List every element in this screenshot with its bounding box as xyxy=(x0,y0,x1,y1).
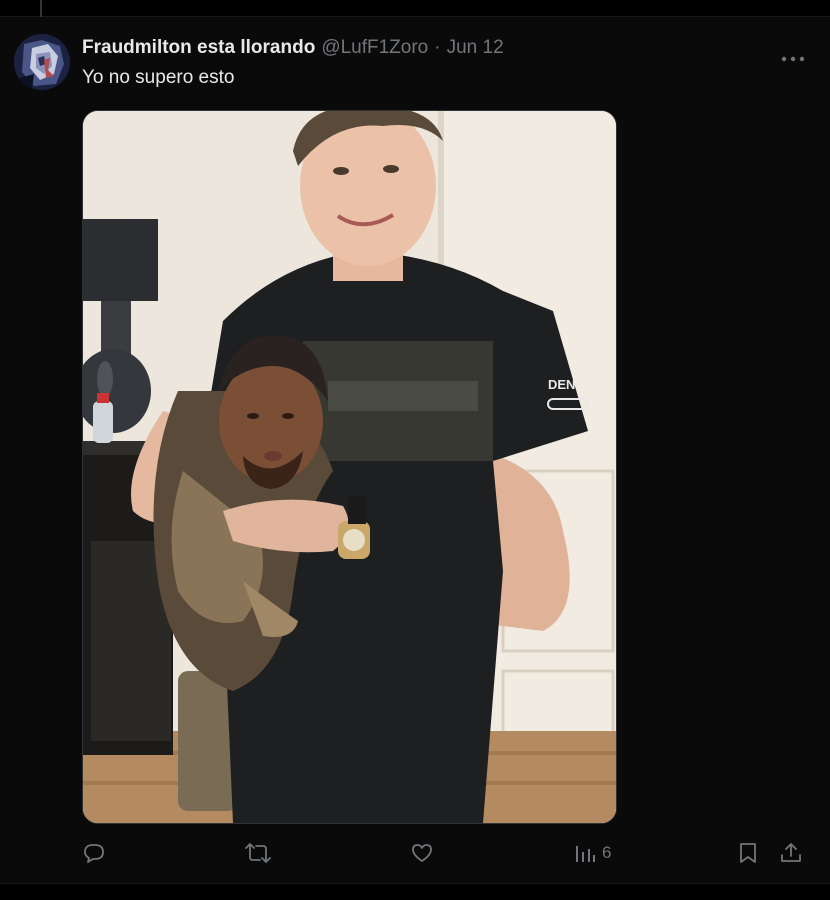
tweet-action-bar: 6 xyxy=(0,837,830,869)
retweet-icon xyxy=(245,843,271,863)
tweet-date[interactable]: Jun 12 xyxy=(447,37,504,59)
author-avatar[interactable] xyxy=(14,34,70,90)
share-icon xyxy=(781,843,801,862)
photo-image: DEN xyxy=(83,111,616,823)
shirt-print-text: DEN xyxy=(548,377,575,392)
previous-tweet-edge xyxy=(0,0,830,17)
reply-icon xyxy=(84,844,104,863)
more-options-button[interactable] xyxy=(780,51,806,62)
author-handle[interactable]: @LufF1Zoro xyxy=(321,37,428,59)
like-button[interactable] xyxy=(410,837,434,869)
timeline-page: Fraudmilton esta llorando @LufF1Zoro · J… xyxy=(0,0,830,900)
author-display-name[interactable]: Fraudmilton esta llorando xyxy=(82,37,315,59)
share-button[interactable] xyxy=(779,837,803,869)
views-button[interactable]: 6 xyxy=(574,837,611,869)
reply-button[interactable] xyxy=(82,837,106,869)
avatar-image xyxy=(14,34,70,90)
heart-icon xyxy=(412,844,432,862)
tweet[interactable]: Fraudmilton esta llorando @LufF1Zoro · J… xyxy=(0,17,830,883)
tweet-photo[interactable]: DEN xyxy=(82,110,617,824)
bookmark-icon xyxy=(740,843,756,863)
tweet-header: Fraudmilton esta llorando @LufF1Zoro · J… xyxy=(82,37,504,59)
header-separator: · xyxy=(434,37,441,58)
tweet-text: Yo no supero esto xyxy=(82,67,235,88)
views-bar-icon xyxy=(576,846,595,862)
more-horizontal-icon xyxy=(781,56,805,62)
views-count: 6 xyxy=(602,843,612,862)
next-tweet-edge xyxy=(0,883,830,900)
retweet-button[interactable] xyxy=(245,837,271,869)
bookmark-button[interactable] xyxy=(737,837,759,869)
